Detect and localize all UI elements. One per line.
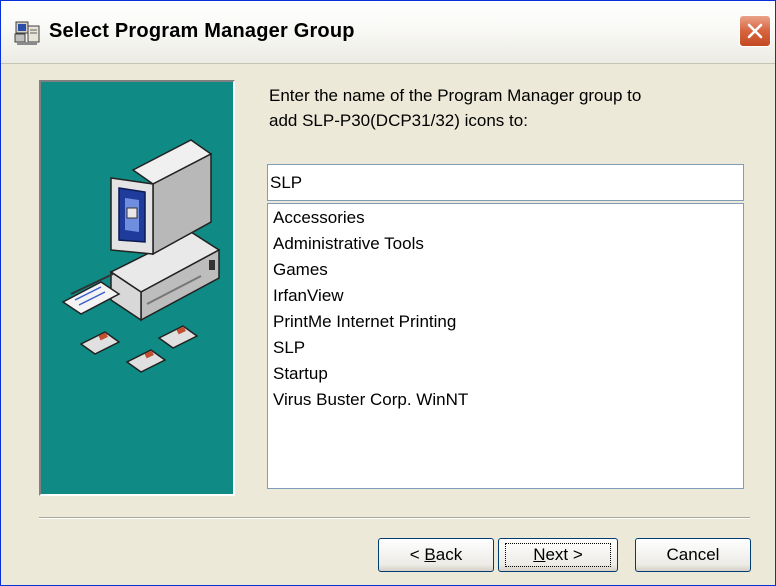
title-bar[interactable]: Select Program Manager Group	[1, 1, 775, 64]
next-button-mnemonic: N	[533, 545, 546, 564]
instruction-line-2: add SLP-P30(DCP31/32) icons to:	[269, 111, 528, 130]
cancel-button[interactable]: Cancel	[635, 538, 751, 572]
setup-computer-icon	[13, 20, 41, 46]
button-separator	[39, 517, 750, 519]
setup-dialog-window: Select Program Manager Group Enter the n…	[0, 0, 776, 586]
list-item[interactable]: Startup	[273, 362, 328, 386]
list-item[interactable]: SLP	[273, 336, 305, 360]
next-button-label-rest: ext >	[545, 545, 583, 564]
back-button-mnemonic: B	[424, 545, 436, 564]
back-button-prefix: <	[409, 545, 425, 564]
window-title: Select Program Manager Group	[49, 20, 355, 42]
instruction-text: Enter the name of the Program Manager gr…	[269, 83, 749, 133]
list-item[interactable]: IrfanView	[273, 284, 344, 308]
back-button-label-rest: ack	[435, 545, 463, 564]
computer-illustration-icon	[61, 139, 221, 373]
program-group-list[interactable]: Accessories Administrative Tools Games I…	[267, 203, 744, 489]
instruction-line-1: Enter the name of the Program Manager gr…	[269, 86, 642, 105]
list-item[interactable]: Virus Buster Corp. WinNT	[273, 388, 468, 412]
close-button[interactable]	[739, 15, 771, 47]
close-x-icon	[747, 23, 763, 39]
back-button[interactable]: < Back	[378, 538, 494, 572]
next-button[interactable]: Next >	[498, 538, 618, 572]
group-name-input[interactable]	[267, 164, 744, 201]
list-item[interactable]: Games	[273, 258, 328, 282]
list-item[interactable]: Administrative Tools	[273, 232, 424, 256]
list-item[interactable]: Accessories	[273, 206, 365, 230]
setup-illustration	[39, 80, 235, 496]
list-item[interactable]: PrintMe Internet Printing	[273, 310, 456, 334]
